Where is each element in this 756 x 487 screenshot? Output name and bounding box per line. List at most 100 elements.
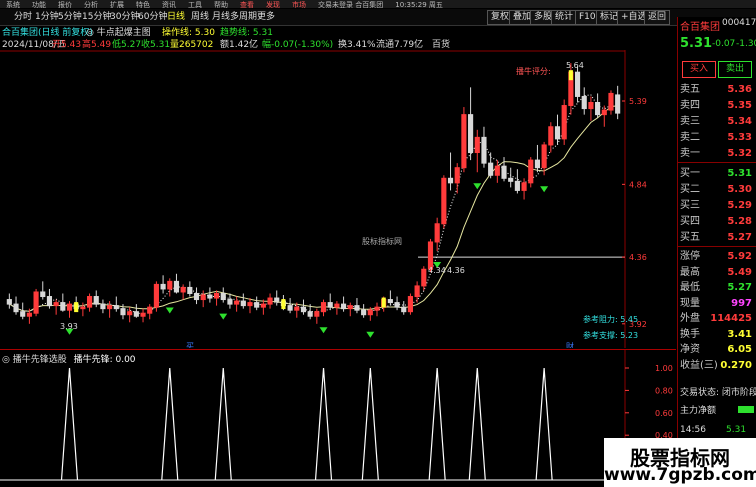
candle-body bbox=[554, 126, 561, 140]
buy-button[interactable]: 买入 bbox=[682, 61, 716, 78]
quote-label: 最低 bbox=[680, 282, 700, 293]
menu-item[interactable]: 功能 bbox=[32, 1, 46, 8]
quote-label: 卖四 bbox=[680, 100, 700, 111]
candle-body bbox=[300, 306, 307, 313]
candle-body bbox=[213, 292, 220, 299]
menu-item[interactable]: 市场 bbox=[292, 1, 306, 8]
price-axis-label: 4.84 bbox=[629, 180, 647, 189]
candle-body bbox=[320, 302, 327, 313]
candle-body bbox=[374, 306, 380, 311]
period-tab[interactable]: 更多 bbox=[257, 11, 275, 23]
candle-body bbox=[501, 165, 507, 179]
candle-body bbox=[113, 305, 119, 310]
candle-body bbox=[33, 291, 39, 314]
period-tab[interactable]: 多周期 bbox=[230, 11, 257, 23]
candle-body bbox=[167, 280, 173, 290]
support-label: 参考支撑: 5.23 bbox=[583, 330, 638, 340]
candle-body bbox=[454, 167, 460, 184]
period-tab[interactable]: 日线 bbox=[167, 11, 185, 23]
period-tab[interactable]: 5分钟 bbox=[58, 11, 82, 23]
candle-body bbox=[86, 296, 93, 308]
menu-item[interactable]: 帮助 bbox=[214, 1, 228, 8]
period-tab[interactable]: 分时 bbox=[14, 11, 32, 23]
candle-body bbox=[441, 177, 447, 225]
indicator-axis-label: 0.80 bbox=[655, 386, 673, 395]
toolbar-button[interactable]: 返回 bbox=[644, 10, 671, 25]
candle-body bbox=[274, 297, 280, 302]
quote-value: 6.05 bbox=[727, 344, 752, 355]
signal-spike bbox=[468, 367, 486, 481]
candle-body bbox=[615, 94, 621, 114]
candle-body bbox=[354, 305, 360, 311]
candle-body bbox=[528, 159, 534, 184]
quote-value: 5.32 bbox=[727, 148, 752, 159]
signal-spike bbox=[214, 367, 232, 481]
candle-body bbox=[260, 303, 266, 308]
quote-value: 5.36 bbox=[727, 84, 752, 95]
menu-item[interactable]: 工具 bbox=[188, 1, 202, 8]
stock-name-label: 合百集团(日线 前复权) bbox=[2, 28, 93, 38]
quote-label: 卖三 bbox=[680, 116, 700, 127]
menu-item[interactable]: 交易未登录 合百集团 bbox=[318, 1, 383, 8]
low-price-label: 3.93 bbox=[60, 322, 78, 331]
candle-body bbox=[481, 136, 487, 164]
quote-row: 涨停 5.92 bbox=[680, 248, 754, 265]
menu-item[interactable]: 10:35:29 周五 bbox=[395, 1, 443, 8]
period-tab[interactable]: 60分钟 bbox=[138, 11, 167, 23]
toolbar-button[interactable]: 统计 bbox=[551, 10, 578, 25]
candle-body bbox=[107, 305, 113, 310]
signal-spike bbox=[535, 367, 553, 481]
sell-button[interactable]: 卖出 bbox=[718, 61, 752, 78]
capital-flow-label: 主力净额 bbox=[680, 406, 717, 416]
quote-row: 买二 5.30 bbox=[680, 181, 754, 198]
signal-spike bbox=[361, 367, 379, 481]
period-tab[interactable]: 1分钟 bbox=[35, 11, 59, 23]
candle-body bbox=[20, 311, 26, 317]
menu-item[interactable]: 扩展 bbox=[110, 1, 124, 8]
tick-price: 5.31 bbox=[726, 425, 747, 435]
period-tab[interactable]: 15分钟 bbox=[82, 11, 111, 23]
formula-title[interactable]: ◎ 牛点起爆主图 bbox=[86, 28, 151, 39]
candle-body bbox=[187, 286, 193, 294]
quote-value: 5.33 bbox=[727, 132, 752, 143]
menu-item[interactable]: 分析 bbox=[84, 1, 98, 8]
quote-row: 买四 5.28 bbox=[680, 213, 754, 230]
candle-body bbox=[434, 223, 440, 243]
period-tab[interactable]: 周线 bbox=[191, 11, 209, 23]
menu-item[interactable]: 系统 bbox=[6, 1, 20, 8]
quote-row: 卖一 5.32 bbox=[680, 145, 754, 162]
period-toolbar: 分时 1分钟 5分钟 15分钟 30分钟 60分钟 日线 周线 月线 多周期 更多 复权 叠加 多股 统计 F… bbox=[0, 9, 756, 26]
menu-item[interactable]: 查看 bbox=[240, 1, 254, 8]
quote-value: 114425 bbox=[710, 313, 752, 324]
quote-label: 买三 bbox=[680, 200, 700, 211]
candle-body bbox=[327, 302, 333, 308]
candle-body bbox=[40, 291, 46, 298]
highlight-bar bbox=[281, 299, 286, 310]
quote-row: 卖三 5.34 bbox=[680, 113, 754, 130]
menu-item[interactable]: 报价 bbox=[58, 1, 72, 8]
menu-item[interactable]: 资讯 bbox=[162, 1, 176, 8]
tick-time: 14:56 bbox=[680, 425, 706, 435]
kline-chart[interactable]: 5.394.844.363.92播牛评分:5.64股标指标网4.34 4.363.… bbox=[0, 50, 676, 348]
period-tab[interactable]: 30分钟 bbox=[110, 11, 139, 23]
stock-code: 000417 bbox=[722, 18, 756, 28]
quote-label: 买二 bbox=[680, 184, 700, 195]
period-tab[interactable]: 月线 bbox=[212, 11, 230, 23]
candle-body bbox=[120, 308, 126, 316]
ask-bid-divider bbox=[678, 162, 756, 163]
indicator-chart[interactable]: 1.000.800.600.400.200.00 bbox=[0, 350, 676, 487]
range-low-label: 4.34 bbox=[428, 266, 446, 275]
quote-panel: 合百集团0004175.31-0.07-1.30买入卖出卖五5.36卖四5.35… bbox=[677, 17, 756, 487]
menu-item[interactable]: 特色 bbox=[136, 1, 150, 8]
quote-value: 997 bbox=[731, 297, 752, 309]
quote-label: 买五 bbox=[680, 232, 700, 243]
candle-body bbox=[287, 305, 293, 311]
candle-body bbox=[421, 268, 427, 287]
menu-item[interactable]: 发现 bbox=[266, 1, 280, 8]
quote-label: 卖二 bbox=[680, 132, 700, 143]
candle-body bbox=[361, 309, 367, 316]
candle-body bbox=[514, 180, 520, 191]
candle-body bbox=[80, 306, 86, 310]
finance-tag: 财 bbox=[566, 341, 574, 348]
candle-body bbox=[180, 286, 186, 293]
